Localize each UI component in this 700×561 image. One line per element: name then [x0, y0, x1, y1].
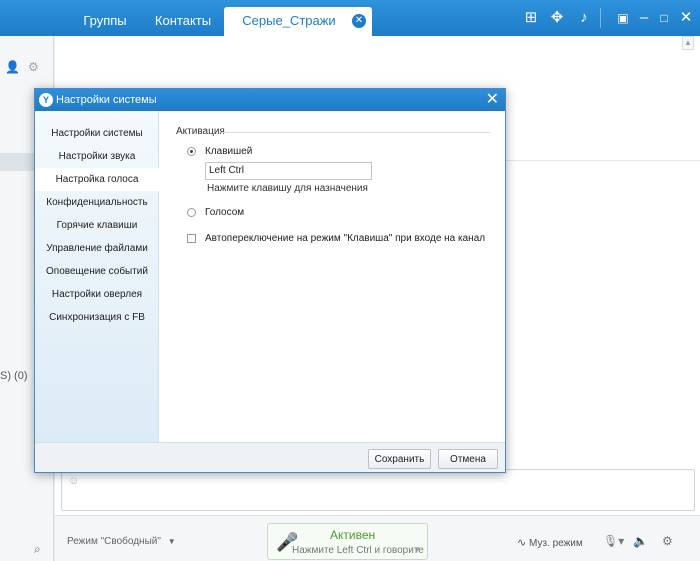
dialog-title: Настройки системы: [56, 94, 157, 106]
radio-voice-activation[interactable]: [187, 208, 196, 217]
close-icon[interactable]: ✕: [676, 9, 696, 27]
gift-icon[interactable]: ⊞: [521, 9, 541, 27]
dialog-footer: Сохранить Отмена: [35, 442, 505, 472]
waveform-icon: ∿: [517, 537, 527, 549]
top-divider: [600, 8, 601, 28]
gamepad-icon[interactable]: ✥: [547, 9, 567, 27]
bell-icon[interactable]: ♪: [574, 9, 594, 27]
voice-hint: Нажмите Left Ctrl и говорите: [292, 545, 424, 556]
mode-label: Режим "Свободный": [67, 536, 161, 547]
voice-activation-label: Голосом: [205, 207, 245, 218]
auto-switch-label: Автопереключение на режим "Клавиша" при …: [205, 233, 486, 244]
settings-nav: Настройки системы Настройки звука Настро…: [35, 111, 159, 442]
microphone-icon: 🎤: [276, 532, 299, 552]
tab-active-channel[interactable]: Серые_Стражи ✕: [224, 7, 372, 36]
voice-status: Активен: [330, 528, 376, 542]
nav-system-settings[interactable]: Настройки системы: [35, 122, 159, 145]
auto-switch-checkbox[interactable]: [187, 234, 196, 243]
gear-icon[interactable]: ⚙: [28, 60, 39, 74]
voice-options-chevron-icon[interactable]: ▼: [413, 545, 421, 554]
save-button[interactable]: Сохранить: [368, 449, 431, 469]
activation-group-label: Активация: [176, 126, 225, 137]
nav-sound-settings[interactable]: Настройки звука: [35, 145, 159, 168]
hotkey-input[interactable]: Left Ctrl: [205, 162, 372, 180]
nav-event-notifications[interactable]: Оповещение событий: [35, 260, 159, 283]
tab-contacts[interactable]: Контакты: [146, 7, 220, 36]
nav-hotkeys[interactable]: Горячие клавиши: [35, 214, 159, 237]
channel-count: S) (0): [0, 370, 28, 382]
tab-channel-label: Серые_Стражи: [242, 13, 336, 28]
window-menu-icon[interactable]: ▣: [613, 9, 633, 27]
add-user-icon[interactable]: 👤: [5, 60, 20, 74]
hotkey-hint: Нажмите клавишу для назначения: [207, 183, 368, 194]
nav-overlay-settings[interactable]: Настройки оверлея: [35, 283, 159, 306]
nav-file-management[interactable]: Управление файлами: [35, 237, 159, 260]
nav-fb-sync[interactable]: Синхронизация с FB: [35, 306, 159, 329]
tab-groups[interactable]: Группы: [66, 7, 144, 36]
voice-settings-panel: Активация Клавишей Left Ctrl Нажмите кла…: [159, 111, 505, 442]
key-activation-label: Клавишей: [205, 146, 253, 157]
speaker-icon[interactable]: 🔈: [633, 534, 648, 548]
radio-key-activation[interactable]: [187, 147, 196, 156]
group-divider: [221, 132, 491, 133]
bottom-bar: Режим "Свободный" ▼ 🎤 Активен Нажмите Le…: [55, 515, 700, 561]
cancel-button[interactable]: Отмена: [438, 449, 498, 469]
nav-voice-settings[interactable]: Настройка голоса: [35, 168, 159, 191]
minimize-icon[interactable]: –: [634, 9, 654, 27]
mic-settings-icon[interactable]: 🎙▾: [603, 534, 624, 548]
scroll-up-arrow[interactable]: ▲: [682, 36, 694, 50]
settings-icon[interactable]: ⚙: [662, 534, 673, 548]
top-bar: Группы Контакты Серые_Стражи ✕ ⊞ ✥ ♪ ▣ –…: [0, 0, 700, 36]
nav-privacy[interactable]: Конфиденциальность: [35, 191, 159, 214]
music-mode-button[interactable]: ∿ Муз. режим: [517, 536, 583, 549]
chat-input[interactable]: ☺: [61, 469, 695, 511]
emoji-icon[interactable]: ☺: [68, 475, 79, 487]
left-toolbar: 👤 ⚙: [0, 58, 54, 78]
dialog-close-icon[interactable]: ✕: [486, 91, 499, 109]
app-logo-icon: Y: [39, 93, 53, 107]
settings-dialog: Y Настройки системы ✕ Настройки системы …: [34, 88, 506, 473]
close-tab-icon[interactable]: ✕: [352, 14, 366, 28]
dialog-title-bar: Y Настройки системы ✕: [35, 89, 505, 111]
chevron-down-icon: ▼: [167, 537, 176, 546]
search-icon[interactable]: ⌕: [34, 542, 41, 557]
mode-selector[interactable]: Режим "Свободный" ▼: [67, 536, 176, 547]
voice-activation-button[interactable]: 🎤 Активен Нажмите Left Ctrl и говорите ▼: [267, 523, 428, 560]
music-mode-label: Муз. режим: [529, 538, 583, 549]
maximize-icon[interactable]: □: [654, 9, 674, 27]
